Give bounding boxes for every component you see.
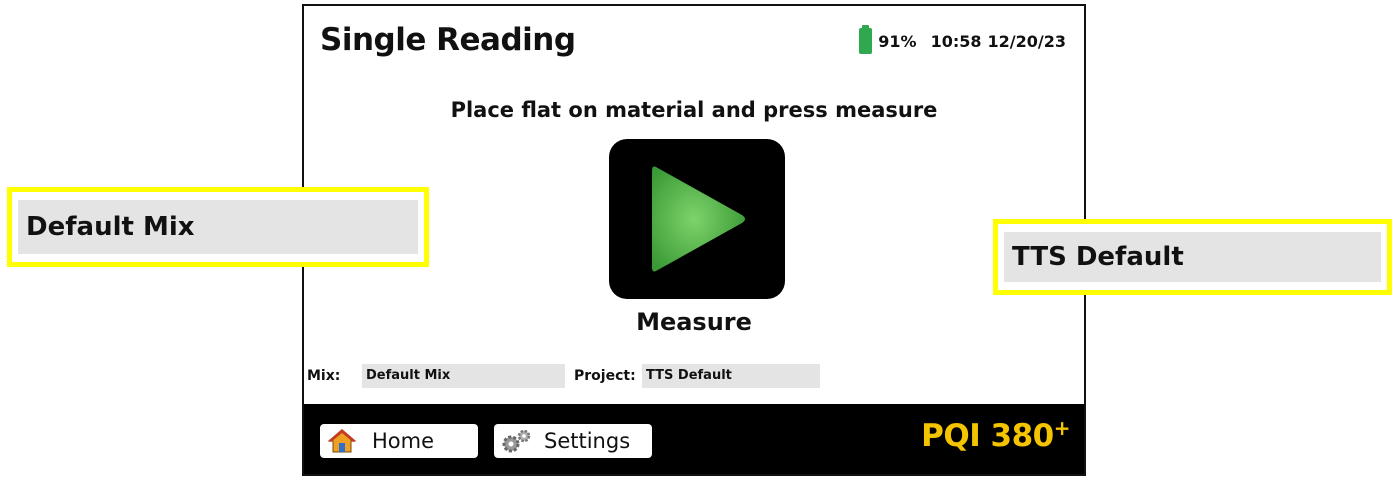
play-icon — [652, 166, 745, 272]
project-field[interactable]: TTS Default — [642, 364, 820, 388]
project-callout-text: TTS Default — [1004, 232, 1381, 282]
measure-button[interactable] — [609, 139, 785, 299]
settings-button[interactable]: Settings — [494, 424, 652, 458]
mix-callout: Default Mix — [7, 187, 429, 267]
gears-icon — [502, 429, 531, 453]
mix-callout-text: Default Mix — [18, 200, 418, 254]
brand-name: PQI 380 — [921, 418, 1054, 454]
battery-percent: 91% — [878, 31, 917, 51]
project-label: Project: — [574, 368, 636, 384]
measure-label: Measure — [636, 308, 752, 336]
home-button[interactable]: Home — [320, 424, 478, 458]
brand-logo: PQI 380+ — [921, 416, 1071, 454]
instruction-text: Place flat on material and press measure — [450, 98, 938, 122]
project-callout: TTS Default — [993, 219, 1392, 295]
clock-time: 10:58 — [930, 31, 982, 51]
home-icon — [328, 429, 356, 453]
status-bar: 91% 10:58 12/20/23 — [859, 25, 1066, 54]
footer-bar: Home Settings PQI 380+ — [304, 404, 1084, 474]
page-title: Single Reading — [320, 22, 576, 58]
clock-date: 12/20/23 — [987, 31, 1066, 51]
battery-icon — [859, 25, 873, 54]
home-label: Home — [372, 429, 435, 453]
settings-label: Settings — [544, 429, 631, 453]
mix-field[interactable]: Default Mix — [362, 364, 565, 388]
brand-superscript: + — [1053, 416, 1071, 440]
mix-label: Mix: — [307, 368, 341, 384]
